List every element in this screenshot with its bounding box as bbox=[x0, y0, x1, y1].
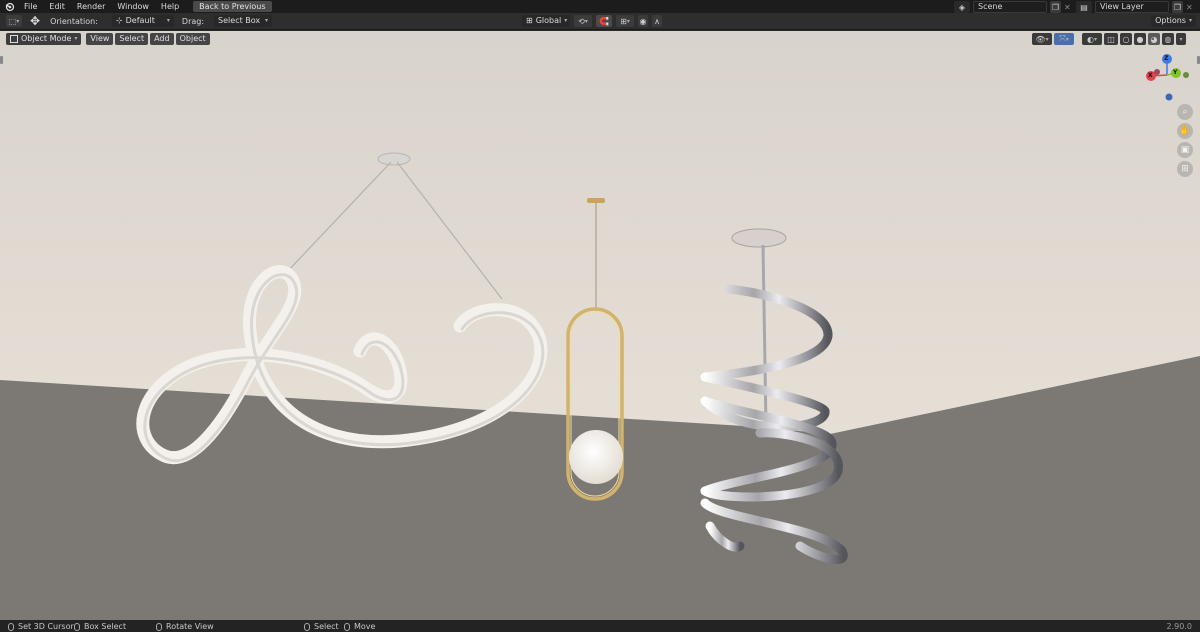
mouse-drag-icon bbox=[74, 622, 80, 631]
chevron-down-icon: ▾ bbox=[1188, 17, 1192, 24]
mouse-left-icon bbox=[8, 622, 14, 631]
view-layer-icon: ▤ bbox=[1076, 1, 1092, 13]
object-mode-icon bbox=[10, 35, 18, 43]
menu-help[interactable]: Help bbox=[155, 0, 185, 13]
chevron-down-icon: ▾ bbox=[265, 17, 269, 24]
chevron-down-icon: ▾ bbox=[166, 17, 170, 24]
menu-window[interactable]: Window bbox=[111, 0, 155, 13]
hand-icon[interactable]: ✋ bbox=[1177, 123, 1193, 139]
shading-options-icon[interactable]: ▾ bbox=[1176, 33, 1186, 45]
chevron-down-icon: ▾ bbox=[564, 17, 568, 24]
orientation-icon: ⊹ bbox=[115, 16, 123, 25]
grid-icon[interactable]: ⊞ bbox=[1177, 161, 1193, 177]
scene-name-field[interactable]: Scene bbox=[973, 1, 1047, 13]
drag-value: Select Box bbox=[218, 16, 261, 25]
global-icon: ⊞ bbox=[526, 16, 533, 25]
gizmo-toggle-icon[interactable]: ⤧ ▾ bbox=[1054, 33, 1074, 45]
menu-object[interactable]: Object bbox=[175, 33, 210, 45]
select-box-icon[interactable]: ⬚ ▾ bbox=[6, 15, 22, 27]
object-mode-dropdown[interactable]: Object Mode ▾ bbox=[6, 33, 82, 45]
status-box-select: Box Select bbox=[74, 622, 126, 631]
viewport-shading-controls: 👁 ▾ ⤧ ▾ ◐ ▾ ◫ ○ ● ◕ ◍ ▾ bbox=[1032, 33, 1186, 45]
orientation-label: Orientation: bbox=[50, 16, 98, 26]
version-label: 2.90.0 bbox=[1166, 622, 1192, 631]
orientation-value: Default bbox=[125, 16, 155, 25]
falloff-icon[interactable]: ∧ bbox=[652, 15, 662, 27]
pivot-icon[interactable]: ⟲ ▾ bbox=[574, 15, 592, 27]
remove-view-layer-icon[interactable]: ✕ bbox=[1186, 3, 1193, 12]
viewport-scene[interactable] bbox=[0, 31, 1200, 620]
solid-shading-icon[interactable]: ● bbox=[1134, 33, 1146, 45]
orientation-dropdown[interactable]: ⊹ Default ▾ bbox=[111, 15, 174, 27]
mouse-left-icon bbox=[304, 622, 310, 631]
status-move: Move bbox=[344, 622, 375, 631]
new-view-layer-icon[interactable]: ❐ bbox=[1172, 1, 1183, 13]
menu-edit[interactable]: Edit bbox=[43, 0, 71, 13]
drag-label: Drag: bbox=[181, 16, 205, 26]
xray-icon[interactable]: ◫ bbox=[1104, 33, 1118, 45]
tool-settings-bar: ⬚ ▾ ✥ Orientation: ⊹ Default ▾ Drag: Sele… bbox=[0, 13, 1200, 30]
left-panel-handle[interactable] bbox=[0, 56, 3, 64]
menu-select[interactable]: Select bbox=[115, 33, 149, 45]
material-shading-icon[interactable]: ◕ bbox=[1148, 33, 1160, 45]
mouse-middle-icon bbox=[156, 622, 162, 631]
navigation-gizmo[interactable]: Z Y X bbox=[1140, 49, 1190, 104]
menu-add[interactable]: Add bbox=[150, 33, 174, 45]
status-move-label: Move bbox=[354, 622, 376, 631]
transform-orientation-dropdown[interactable]: ⊞ Global ▾ bbox=[522, 15, 570, 27]
options-dropdown[interactable]: Options ▾ bbox=[1151, 15, 1196, 27]
remove-scene-icon[interactable]: ✕ bbox=[1064, 3, 1071, 12]
mouse-drag-icon bbox=[344, 622, 350, 631]
proportional-icon[interactable]: ◉ bbox=[638, 15, 648, 27]
drag-dropdown[interactable]: Select Box ▾ bbox=[214, 15, 273, 27]
camera-icon[interactable]: ▣ bbox=[1177, 142, 1193, 158]
wireframe-shading-icon[interactable]: ○ bbox=[1120, 33, 1132, 45]
topbar: File Edit Render Window Help Back to Pre… bbox=[0, 0, 1200, 13]
status-set-cursor: Set 3D Cursor bbox=[8, 622, 74, 631]
transform-orientation-value: Global bbox=[535, 16, 562, 25]
menu-view[interactable]: View bbox=[86, 33, 114, 45]
status-rotate-view: Rotate View bbox=[156, 622, 214, 631]
status-bar: Set 3D Cursor Box Select Rotate View Sel… bbox=[0, 620, 1200, 632]
zoom-icon[interactable]: ⌕ bbox=[1177, 104, 1193, 120]
rendered-shading-icon[interactable]: ◍ bbox=[1162, 33, 1174, 45]
view-layer-name-field[interactable]: View Layer bbox=[1095, 1, 1169, 13]
scene-selector[interactable]: ◈ Scene ❐ ✕ bbox=[954, 1, 1071, 13]
menu-render[interactable]: Render bbox=[71, 0, 111, 13]
gizmo-z-label: Z bbox=[1164, 55, 1169, 62]
back-to-previous-button[interactable]: Back to Previous bbox=[193, 1, 272, 12]
status-select: Select bbox=[304, 622, 339, 631]
object-mode-label: Object Mode bbox=[21, 34, 72, 43]
move-cursor-icon[interactable]: ✥ bbox=[30, 14, 40, 28]
blender-logo-icon[interactable] bbox=[5, 2, 15, 12]
options-label: Options bbox=[1155, 16, 1186, 25]
snap-icon[interactable]: 🧲 bbox=[596, 15, 612, 27]
status-rotate-view-label: Rotate View bbox=[166, 622, 214, 631]
view-layer-selector[interactable]: ▤ View Layer ❐ ✕ bbox=[1076, 1, 1193, 13]
snap-target-icon[interactable]: ⊞ ▾ bbox=[616, 15, 634, 27]
visibility-icon[interactable]: 👁 ▾ bbox=[1032, 33, 1052, 45]
new-scene-icon[interactable]: ❐ bbox=[1050, 1, 1061, 13]
3d-viewport[interactable]: Object Mode ▾ View Select Add Object 👁 ▾ … bbox=[0, 31, 1200, 620]
scene-icon: ◈ bbox=[954, 1, 970, 13]
viewport-header: Object Mode ▾ View Select Add Object bbox=[6, 33, 212, 45]
menu-file[interactable]: File bbox=[18, 0, 43, 13]
chevron-down-icon: ▾ bbox=[74, 35, 78, 42]
gizmo-y-label: Y bbox=[1173, 69, 1178, 76]
status-set-cursor-label: Set 3D Cursor bbox=[18, 622, 74, 631]
transform-controls: ⊞ Global ▾ ⟲ ▾ 🧲 ⊞ ▾ ◉ ∧ bbox=[522, 15, 662, 27]
overlays-icon[interactable]: ◐ ▾ bbox=[1082, 33, 1102, 45]
gizmo-x-label: X bbox=[1148, 72, 1153, 79]
status-box-select-label: Box Select bbox=[84, 622, 127, 631]
status-select-label: Select bbox=[314, 622, 339, 631]
